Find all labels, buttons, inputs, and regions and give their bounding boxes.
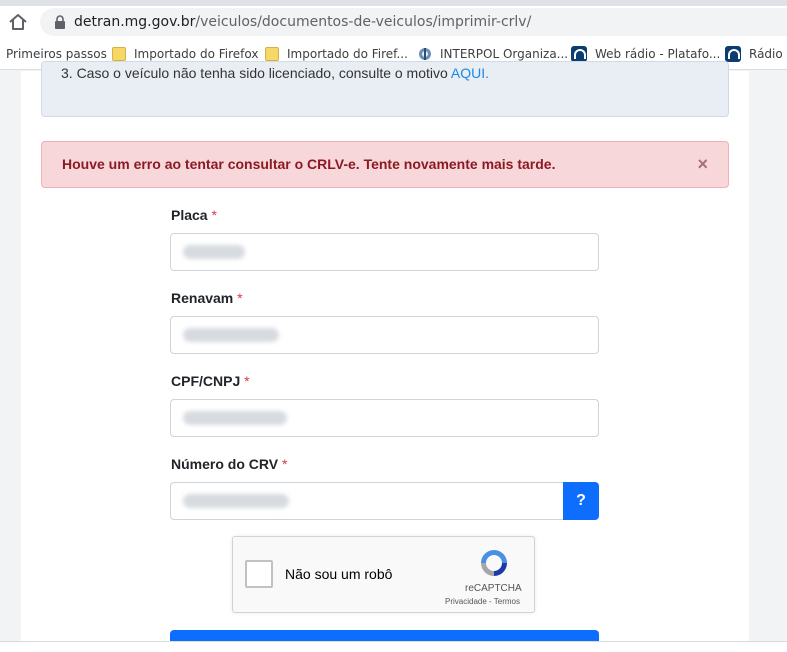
lock-icon[interactable] (54, 15, 66, 29)
alert-message: Houve um erro ao tentar consultar o CRLV… (62, 156, 556, 172)
bookmark-label: Primeiros passos (6, 47, 107, 61)
placa-label: Placa * (171, 207, 217, 223)
cpf-cnpj-label: CPF/CNPJ * (171, 373, 250, 389)
url-path: /veiculos/documentos-de-veiculos/imprimi… (195, 14, 532, 30)
browser-toolbar: detran.mg.gov.br/veiculos/documentos-de-… (0, 6, 787, 38)
headset-icon (571, 46, 587, 62)
info-link[interactable]: AQUI. (451, 65, 489, 81)
error-alert: Houve um erro ao tentar consultar o CRLV… (41, 141, 729, 188)
form-card: 3. Caso o veículo não tenha sido licenci… (21, 61, 749, 652)
renavam-label: Renavam * (171, 290, 243, 306)
placa-label-text: Placa (171, 207, 208, 223)
crv-label-text: Número do CRV (171, 456, 279, 472)
page-content: 3. Caso o veículo não tenha sido licenci… (0, 61, 787, 652)
recaptcha-checkbox[interactable] (245, 560, 273, 588)
crv-input[interactable] (170, 482, 564, 520)
bookmark-label: INTERPOL Organiza... (440, 47, 569, 61)
bookmark-label: Importado do Firefox (134, 47, 259, 61)
recaptcha-logo-icon (481, 550, 507, 576)
recaptcha-brand: reCAPTCHA (465, 583, 522, 594)
required-mark: * (244, 373, 250, 389)
info-message: 3. Caso o veículo não tenha sido licenci… (61, 65, 448, 81)
bookmark-label: Web rádio - Platafo... (595, 47, 721, 61)
interpol-icon (419, 48, 431, 60)
cpf-cnpj-input[interactable] (170, 399, 599, 437)
redacted-value (183, 328, 279, 342)
folder-icon (112, 47, 126, 61)
home-icon[interactable] (7, 11, 29, 33)
required-mark: * (211, 207, 217, 223)
placa-input[interactable] (170, 233, 599, 271)
address-bar[interactable]: detran.mg.gov.br/veiculos/documentos-de-… (40, 8, 787, 36)
bookmark-label: Importado do Firef... (287, 47, 408, 61)
crv-help-button[interactable]: ? (563, 482, 599, 520)
crv-label: Número do CRV * (171, 456, 287, 472)
cpf-cnpj-label-text: CPF/CNPJ (171, 373, 241, 389)
url-text: detran.mg.gov.br/veiculos/documentos-de-… (74, 14, 531, 30)
folder-icon (265, 47, 279, 61)
browser-status-bar (0, 641, 787, 652)
redacted-value (183, 245, 245, 259)
url-host: detran.mg.gov.br (74, 14, 196, 30)
bookmark-radio[interactable]: Rádio L (725, 38, 787, 70)
headset-icon (725, 46, 741, 62)
bookmark-label: Rádio L (749, 47, 787, 61)
close-icon[interactable]: × (697, 154, 708, 174)
required-mark: * (281, 456, 288, 472)
recaptcha-label: Não sou um robô (285, 566, 393, 582)
redacted-value (183, 411, 287, 425)
renavam-label-text: Renavam (171, 290, 234, 306)
recaptcha-links[interactable]: Privacidade - Termos (445, 597, 520, 606)
required-mark: * (237, 290, 243, 306)
info-text: 3. Caso o veículo não tenha sido licenci… (61, 65, 489, 81)
renavam-input[interactable] (170, 316, 599, 354)
redacted-value (183, 494, 289, 508)
recaptcha-widget: Não sou um robô reCAPTCHA Privacidade - … (232, 536, 535, 613)
